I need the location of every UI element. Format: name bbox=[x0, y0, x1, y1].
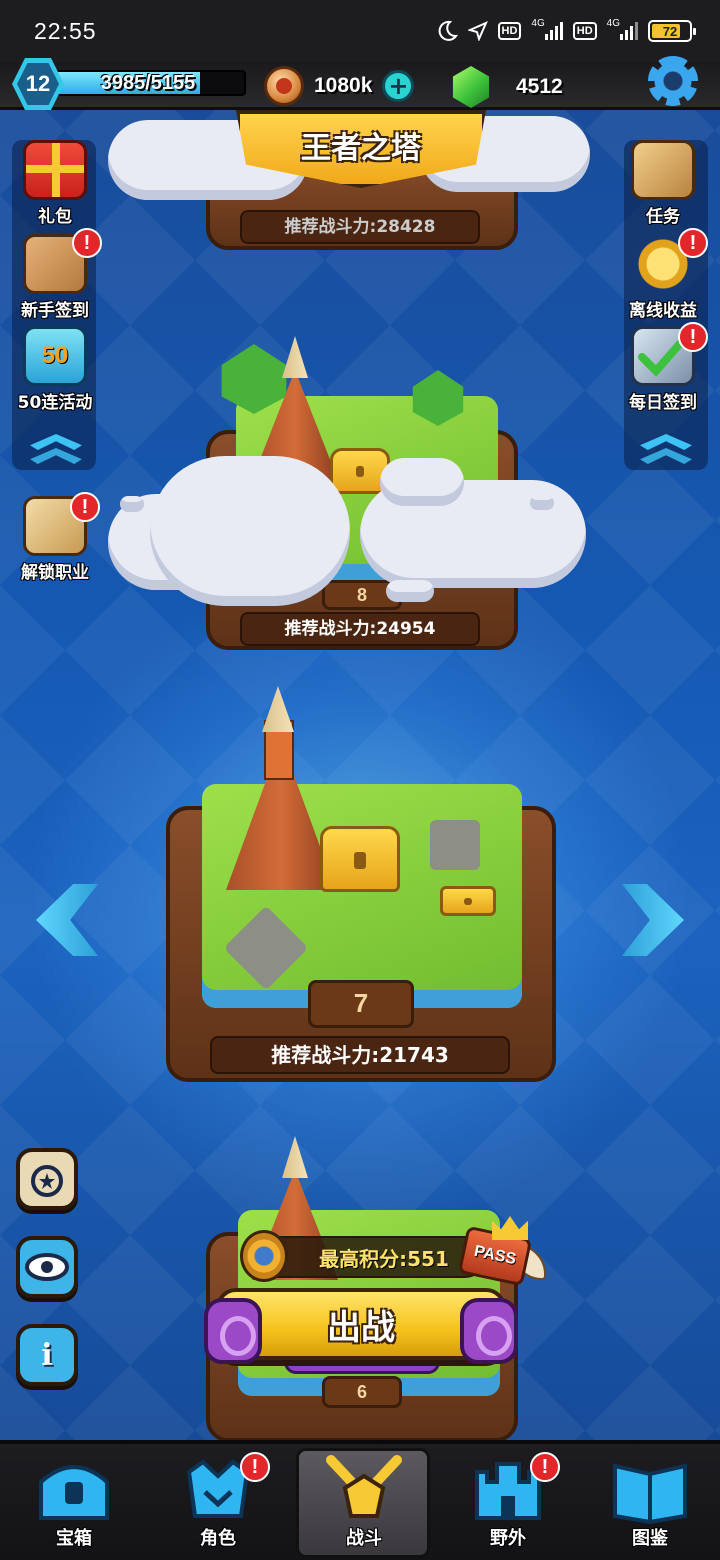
stage-top-power: 推荐战斗力:28428 bbox=[240, 210, 480, 244]
chest-lid bbox=[440, 886, 496, 916]
tasks-button[interactable]: 任务 bbox=[618, 140, 708, 227]
coin-icon bbox=[264, 66, 304, 106]
collapse-left-menu-button[interactable] bbox=[20, 432, 92, 468]
treasure-chest-icon bbox=[320, 826, 400, 892]
high-score-text: 最高积分:551 bbox=[319, 1246, 449, 1271]
battery-icon: 72 bbox=[648, 20, 696, 42]
xp-bar: 3985/5155 bbox=[50, 70, 246, 96]
nav-codex-label: 图鉴 bbox=[632, 1528, 668, 1549]
gem-value: 4512 bbox=[516, 75, 563, 98]
view-button[interactable] bbox=[16, 1236, 78, 1298]
eye-icon bbox=[25, 1253, 69, 1281]
cloud bbox=[120, 496, 144, 512]
book-nav-icon bbox=[613, 1463, 687, 1525]
info-button[interactable]: i bbox=[16, 1324, 78, 1386]
medal-icon bbox=[31, 1165, 63, 1197]
add-coins-button[interactable]: + bbox=[382, 70, 415, 102]
gift-button[interactable]: 礼包 bbox=[10, 140, 100, 227]
gem-resource: 4512 bbox=[450, 66, 563, 108]
stage-number: 6 bbox=[322, 1376, 402, 1408]
stage-power: 推荐战斗力:24954 bbox=[240, 612, 480, 646]
signal-icon: 4G bbox=[607, 18, 638, 40]
alert-badge: ! bbox=[530, 1452, 560, 1482]
unlock-class-label: 解锁职业 bbox=[21, 563, 89, 583]
page-title: 王者之塔 bbox=[301, 131, 421, 166]
gift-icon bbox=[23, 140, 87, 200]
location-icon bbox=[467, 21, 488, 41]
crossed-swords-nav-icon bbox=[326, 1455, 402, 1518]
event-50-icon: 50 bbox=[23, 326, 87, 386]
nav-battle[interactable]: 战斗 bbox=[304, 1452, 424, 1556]
signal-icon: 4G bbox=[531, 18, 563, 40]
stone-path bbox=[430, 820, 480, 870]
nav-character-label: 角色 bbox=[200, 1528, 236, 1549]
cloud bbox=[380, 458, 464, 506]
paw-icon bbox=[204, 1298, 262, 1364]
hd-icon: HD bbox=[497, 22, 522, 40]
nav-chest-label: 宝箱 bbox=[56, 1528, 92, 1549]
coin-value: 1080k bbox=[314, 74, 373, 97]
alert-badge: ! bbox=[240, 1452, 270, 1482]
moon-icon bbox=[436, 20, 458, 42]
tasks-icon bbox=[631, 140, 695, 200]
alert-badge: ! bbox=[678, 228, 708, 258]
xp-text: 3985/5155 bbox=[100, 72, 196, 94]
cloud bbox=[530, 496, 554, 510]
nav-codex[interactable]: 图鉴 bbox=[590, 1452, 710, 1556]
stage-number: 7 bbox=[308, 980, 414, 1028]
cloud bbox=[150, 456, 350, 606]
paw-icon bbox=[460, 1298, 518, 1364]
rank-medal-icon bbox=[240, 1230, 288, 1282]
alert-badge: ! bbox=[72, 228, 102, 258]
hd-icon: HD bbox=[572, 22, 597, 40]
status-icons: HD 4G HD 4G 72 bbox=[436, 18, 696, 42]
event-50-button[interactable]: 50 50连活动 bbox=[10, 326, 100, 413]
gift-label: 礼包 bbox=[38, 207, 72, 227]
tasks-label: 任务 bbox=[646, 207, 680, 227]
newbie-checkin-label: 新手签到 bbox=[21, 301, 89, 321]
status-bar: 22:55 HD 4G HD 4G 72 bbox=[0, 0, 720, 62]
nav-wild-label: 野外 bbox=[490, 1528, 526, 1549]
event-50-label: 50连活动 bbox=[17, 393, 93, 413]
daily-checkin-label: 每日签到 bbox=[629, 393, 697, 413]
chest-nav-icon bbox=[39, 1465, 109, 1520]
settings-gear-icon[interactable] bbox=[648, 56, 698, 106]
nav-battle-label: 战斗 bbox=[346, 1528, 382, 1549]
coin-resource: 1080k + bbox=[264, 66, 415, 106]
nav-chest[interactable]: 宝箱 bbox=[14, 1452, 134, 1556]
alert-badge: ! bbox=[678, 322, 708, 352]
battle-button-label: 出战 bbox=[327, 1307, 395, 1348]
alert-badge: ! bbox=[70, 492, 100, 522]
cloud bbox=[386, 580, 434, 602]
offline-earnings-label: 离线收益 bbox=[629, 301, 697, 321]
gem-icon bbox=[452, 66, 490, 108]
stage-power: 推荐战斗力:21743 bbox=[210, 1036, 510, 1074]
info-icon: i bbox=[41, 1337, 53, 1373]
collapse-right-menu-button[interactable] bbox=[630, 432, 702, 468]
medal-button[interactable] bbox=[16, 1148, 78, 1210]
clock: 22:55 bbox=[34, 17, 97, 44]
level-value: 12 bbox=[17, 63, 59, 105]
